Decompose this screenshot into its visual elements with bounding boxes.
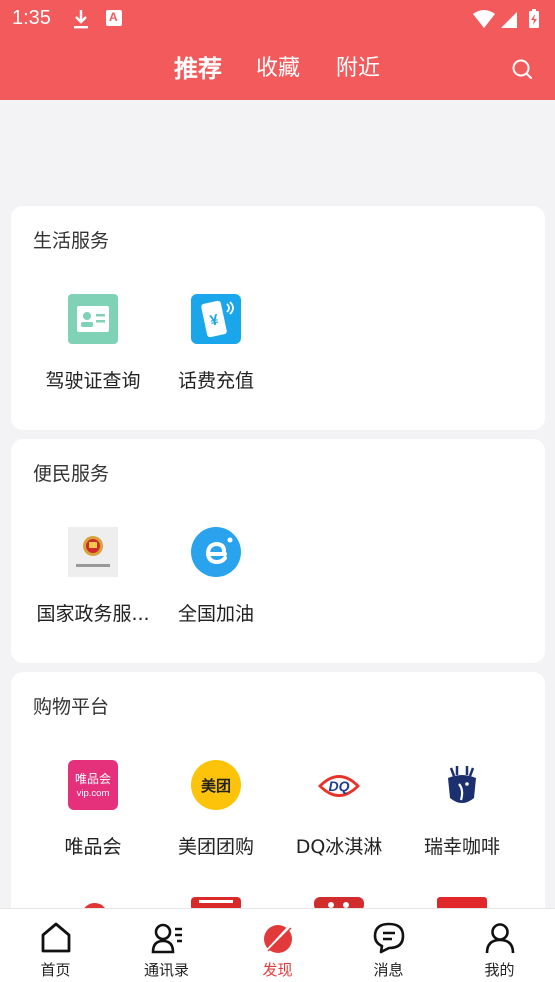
nav-contacts[interactable]: 通讯录	[111, 909, 222, 982]
government-emblem-icon	[68, 527, 118, 577]
service-item-label: 驾驶证查询	[45, 370, 141, 392]
tab-recommend[interactable]: 推荐	[174, 52, 222, 86]
dq-logo: DQ	[318, 775, 360, 797]
nav-label: 首页	[40, 961, 71, 979]
nav-label: 通讯录	[143, 961, 189, 979]
status-bar: 1:35	[0, 0, 555, 38]
nav-profile[interactable]: 我的	[444, 909, 555, 982]
message-icon	[373, 922, 405, 954]
tab-favorites[interactable]: 收藏	[256, 52, 300, 86]
section-title: 生活服务	[33, 230, 110, 252]
section-title: 购物平台	[33, 696, 110, 718]
search-icon[interactable]	[511, 58, 533, 80]
header-tabs: 推荐 收藏 附近	[0, 52, 555, 86]
shop-item-label: 唯品会	[64, 836, 122, 858]
nav-label: 消息	[373, 961, 404, 979]
nav-home[interactable]: 首页	[0, 909, 111, 982]
luckin-deer-logo	[448, 766, 476, 803]
vip-logo-subtext: vip.com	[77, 788, 110, 799]
nav-messages[interactable]: 消息	[333, 909, 444, 982]
nav-discover[interactable]: 发现	[222, 909, 333, 982]
top-bar: 1:35 推荐 收藏 附近	[0, 0, 555, 100]
dq-logo-text: DQ	[329, 778, 350, 794]
shop-item-label: 瑞幸咖啡	[423, 836, 500, 858]
nav-label: 发现	[262, 961, 293, 979]
id-card-icon	[68, 294, 118, 344]
home-icon	[41, 922, 71, 953]
shop-item-label: DQ冰淇淋	[295, 836, 383, 858]
phone-yuan-icon: ¥	[191, 294, 241, 344]
signal-battery-icon	[473, 9, 539, 28]
profile-icon	[485, 923, 515, 954]
service-item-label: 国家政务服...	[36, 603, 150, 625]
service-item-label: 话费充值	[177, 370, 254, 392]
bottom-navigation: 首页 通讯录 发现 消息 我的	[0, 908, 555, 982]
discover-icon	[264, 924, 292, 954]
app-notification-icon	[106, 10, 122, 26]
vip-logo-text: 唯品会	[75, 772, 111, 786]
service-item-label: 全国加油	[177, 603, 254, 625]
section-life-services: 生活服务 驾驶证查询 ¥ 话费充值	[11, 206, 545, 430]
section-title: 便民服务	[33, 463, 110, 485]
contacts-icon	[151, 923, 182, 954]
screen: 1:35 推荐 收藏 附近 生活服务	[0, 0, 555, 982]
shop-item-label: 美团团购	[177, 836, 254, 858]
meituan-logo-text: 美团	[201, 777, 231, 795]
status-time: 1:35	[12, 7, 51, 29]
e-logo-icon	[191, 527, 241, 577]
section-convenience-services: 便民服务 国家政务服... 全国加油	[11, 439, 545, 663]
download-icon	[74, 10, 88, 29]
nav-label: 我的	[484, 961, 515, 979]
tab-nearby[interactable]: 附近	[336, 52, 380, 86]
vip-logo: 唯品会 vip.com	[68, 760, 118, 810]
meituan-logo: 美团	[191, 760, 241, 810]
